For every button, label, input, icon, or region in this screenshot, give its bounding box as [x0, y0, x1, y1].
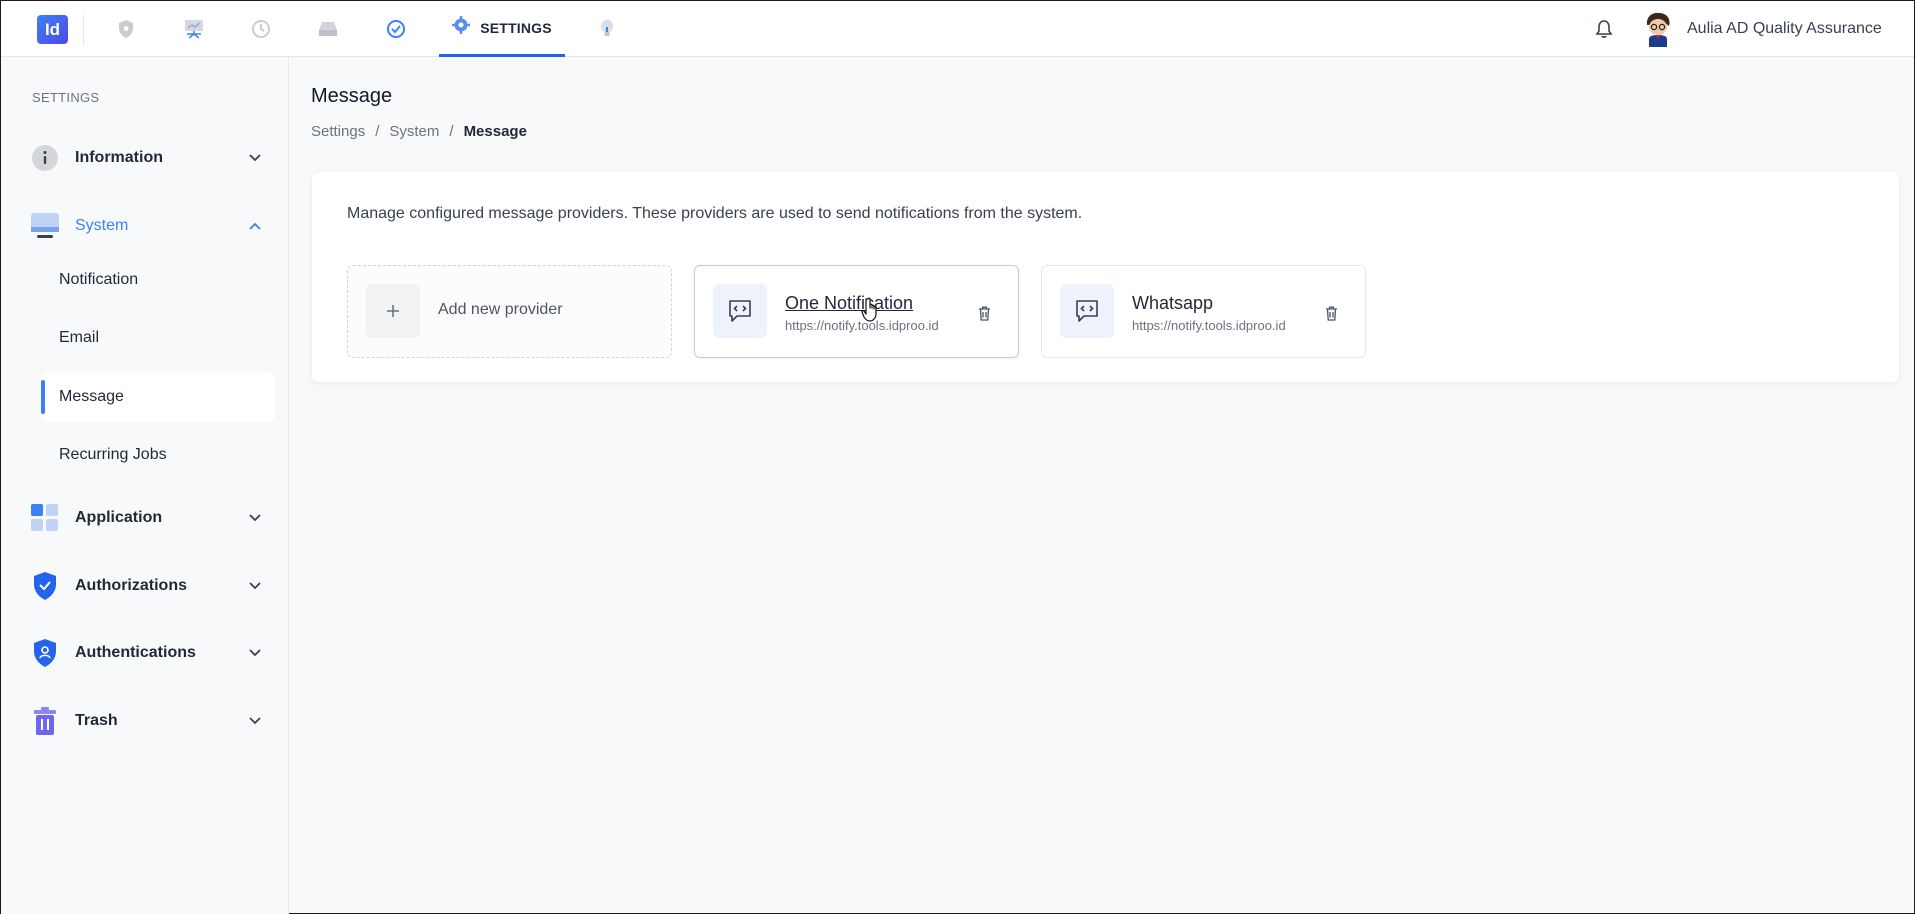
notification-bell-icon[interactable]	[1592, 17, 1616, 41]
monitor-icon	[31, 212, 59, 240]
plus-icon	[366, 284, 420, 338]
shield-user-icon	[31, 639, 59, 667]
provider-name[interactable]: Whatsapp	[1132, 293, 1213, 314]
breadcrumb: Settings / System / Message	[311, 123, 527, 140]
chevron-down-icon	[245, 711, 265, 731]
sidebar-group-authentications[interactable]: Authentications	[31, 637, 265, 669]
sidebar-group-system[interactable]: System	[31, 210, 265, 242]
avatar	[1641, 11, 1675, 47]
sidebar-group-trash[interactable]: Trash	[31, 705, 265, 737]
sidebar-heading: SETTINGS	[32, 90, 100, 105]
sidebar-group-label: Application	[75, 509, 163, 526]
chevron-down-icon	[245, 508, 265, 528]
grid-icon	[31, 504, 59, 532]
chevron-up-icon	[245, 216, 265, 236]
providers-description: Manage configured message providers. The…	[347, 205, 1083, 222]
chevron-down-icon	[245, 576, 265, 596]
provider-name[interactable]: One Notification	[785, 293, 913, 314]
chevron-down-icon	[245, 148, 265, 168]
sidebar-item-label: Recurring Jobs	[59, 446, 167, 463]
breadcrumb-separator: /	[375, 123, 380, 140]
hand-cursor-icon	[859, 297, 881, 323]
breadcrumb-system[interactable]: System	[389, 123, 439, 140]
breadcrumb-current: Message	[463, 123, 527, 140]
logo-divider	[83, 15, 84, 45]
shield-icon[interactable]	[113, 15, 139, 43]
app-logo[interactable]: Id	[37, 15, 68, 44]
breadcrumb-settings[interactable]: Settings	[311, 123, 365, 140]
sidebar-group-label: Trash	[75, 712, 118, 729]
gear-icon	[452, 16, 471, 39]
chevron-down-icon	[245, 643, 265, 663]
sidebar-group-label: System	[75, 217, 129, 234]
shield-check-icon	[31, 572, 59, 600]
page-title: Message	[311, 85, 393, 107]
sidebar-item-label: Notification	[59, 271, 139, 288]
sidebar-item-label: Message	[59, 388, 124, 405]
sidebar-group-label: Information	[75, 149, 163, 166]
sidebar-group-authorizations[interactable]: Authorizations	[31, 570, 265, 602]
message-code-icon	[1060, 284, 1114, 338]
sidebar-item-message[interactable]: Message	[41, 372, 275, 422]
sidebar-group-label: Authentications	[75, 644, 196, 661]
tab-settings[interactable]: SETTINGS	[439, 1, 565, 57]
logo-text: Id	[44, 19, 61, 39]
drive-icon[interactable]	[315, 15, 341, 43]
sidebar-group-application[interactable]: Application	[31, 502, 265, 534]
main-content: Message Settings / System / Message Mana…	[290, 57, 1914, 913]
sidebar-item-recurring-jobs[interactable]: Recurring Jobs	[41, 430, 275, 480]
check-circle-icon[interactable]	[383, 15, 409, 43]
sidebar-group-information[interactable]: Information	[31, 142, 265, 174]
message-code-icon	[713, 284, 767, 338]
sidebar-group-label: Authorizations	[75, 577, 187, 594]
add-provider-button[interactable]: Add new provider	[347, 265, 672, 358]
provider-card[interactable]: Whatsapp https://notify.tools.idproo.id	[1041, 265, 1366, 358]
user-menu[interactable]: Aulia AD Quality Assurance	[1641, 11, 1882, 47]
tab-settings-label: SETTINGS	[480, 19, 552, 36]
trash-icon	[31, 707, 59, 735]
delete-provider-icon[interactable]	[975, 304, 993, 322]
history-icon[interactable]	[248, 15, 274, 43]
add-provider-label: Add new provider	[438, 301, 563, 318]
sidebar-item-label: Email	[59, 329, 100, 346]
sidebar-item-notification[interactable]: Notification	[41, 255, 275, 305]
provider-url: https://notify.tools.idproo.id	[1132, 318, 1286, 333]
sidebar-item-email[interactable]: Email	[41, 313, 275, 363]
sidebar: SETTINGS Information System Notification…	[1, 57, 289, 914]
info-icon	[31, 144, 59, 172]
providers-card: Manage configured message providers. The…	[312, 172, 1899, 382]
bulb-icon[interactable]	[594, 15, 620, 43]
delete-provider-icon[interactable]	[1322, 304, 1340, 322]
user-name: Aulia AD Quality Assurance	[1687, 20, 1882, 37]
breadcrumb-separator: /	[449, 123, 454, 140]
provider-card[interactable]: One Notification https://notify.tools.id…	[694, 265, 1019, 358]
top-navbar: Id SETTINGS Aulia AD Quality Assurance	[1, 1, 1914, 57]
presentation-icon[interactable]	[181, 15, 207, 43]
